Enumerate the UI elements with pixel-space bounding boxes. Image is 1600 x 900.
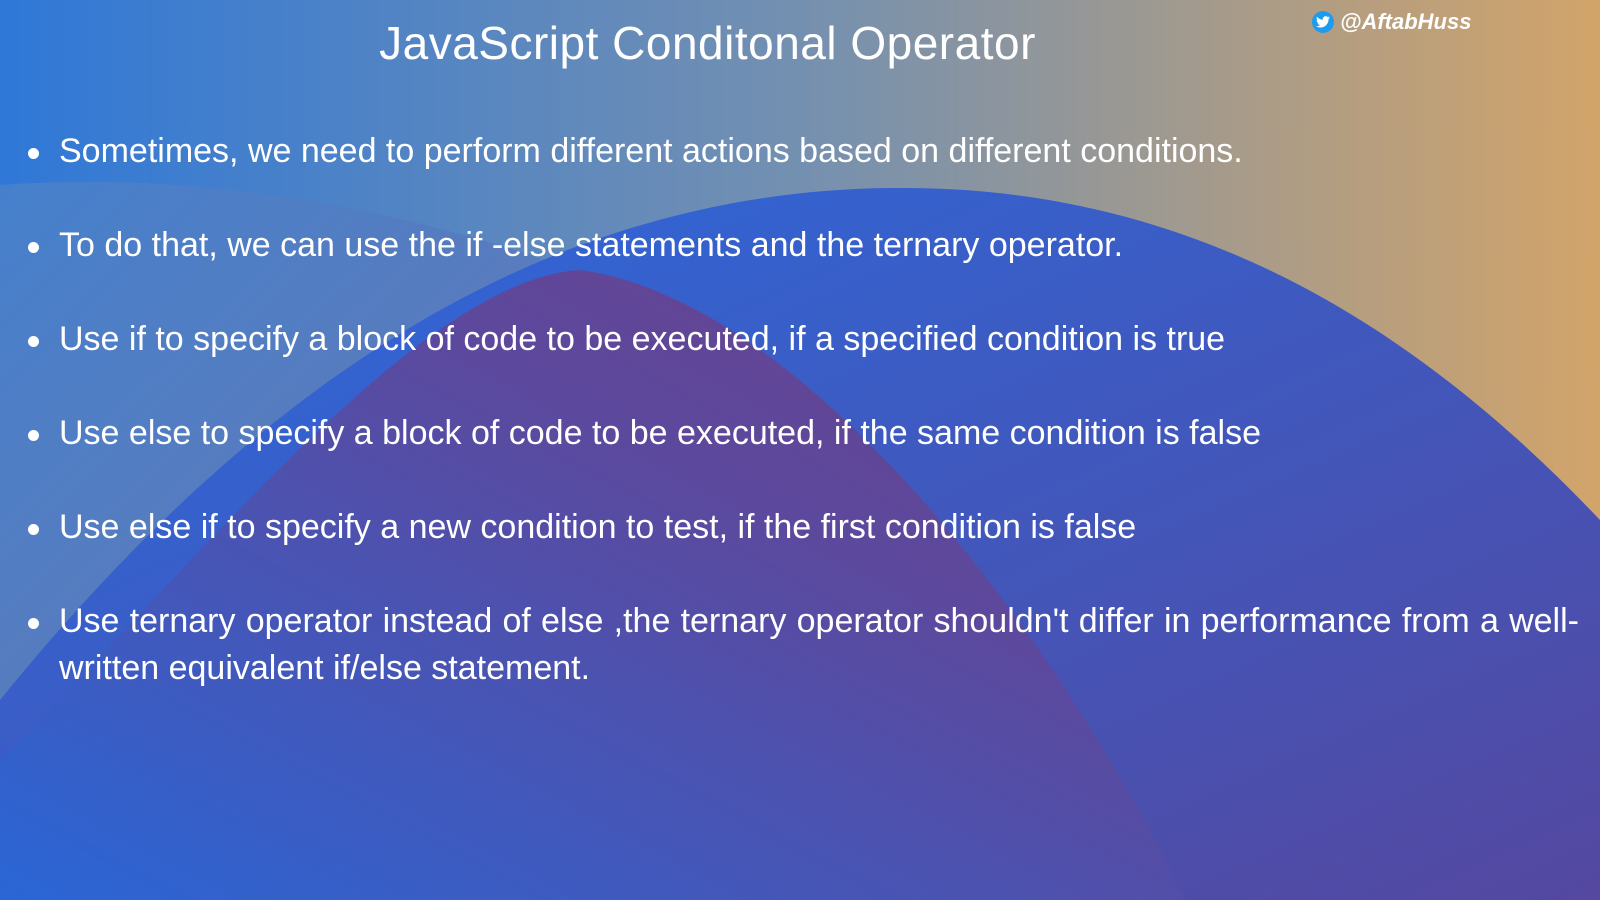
page-title: JavaScript Conditonal Operator bbox=[379, 17, 1036, 69]
bullet-list: Sometimes, we need to perform different … bbox=[28, 128, 1600, 739]
bullet-item: Use else if to specify a new condition t… bbox=[28, 504, 1600, 551]
bullet-item: To do that, we can use the if -else stat… bbox=[28, 222, 1600, 269]
twitter-handle: @AftabHuss bbox=[1312, 9, 1471, 35]
bullet-item: Sometimes, we need to perform different … bbox=[28, 128, 1600, 175]
twitter-icon bbox=[1312, 11, 1334, 33]
bullet-item: Use if to specify a block of code to be … bbox=[28, 316, 1600, 363]
bullet-item: Use ternary operator instead of else ,th… bbox=[28, 598, 1579, 692]
bullet-item: Use else to specify a block of code to b… bbox=[28, 410, 1600, 457]
handle-text: @AftabHuss bbox=[1340, 9, 1472, 34]
